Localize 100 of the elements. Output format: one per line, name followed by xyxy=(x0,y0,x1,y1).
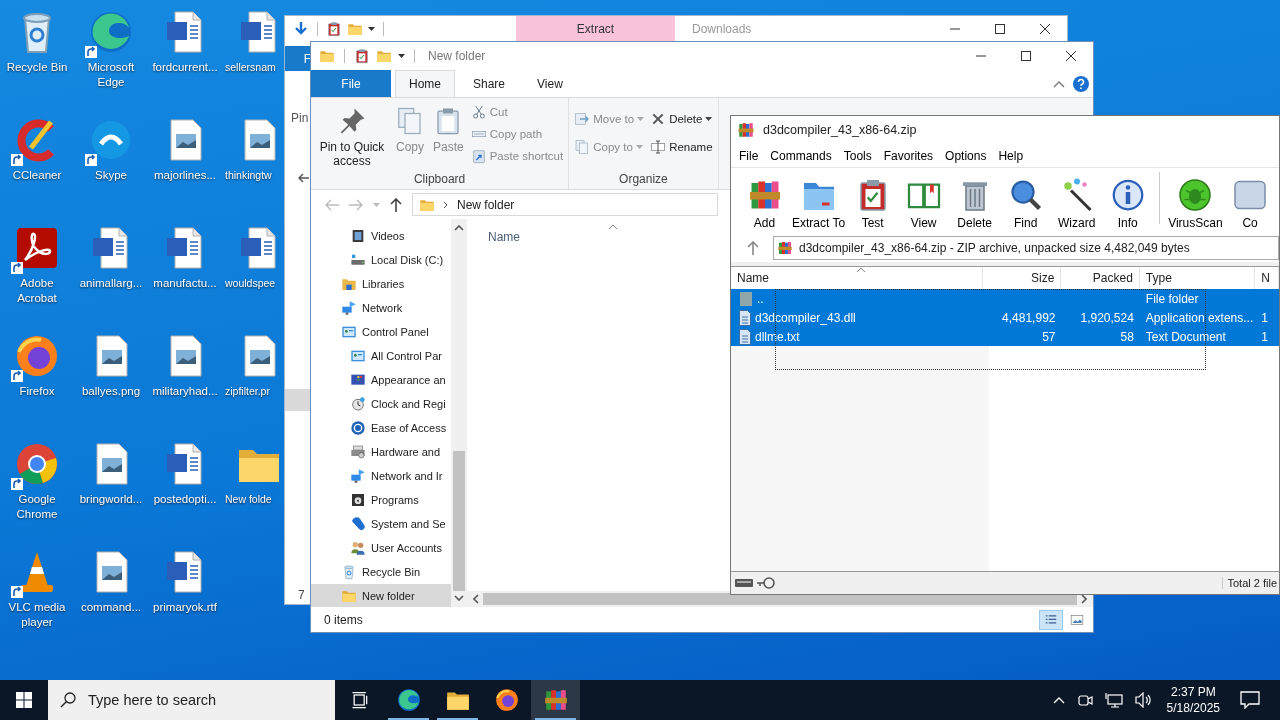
table-cell: File folder xyxy=(1145,291,1199,306)
desktop-icon[interactable]: Microsoft Edge xyxy=(74,0,148,108)
display-icon xyxy=(350,372,366,388)
column-header[interactable]: Name xyxy=(488,230,520,244)
desktop-icon[interactable]: majorlines... xyxy=(148,108,222,216)
scrollbar[interactable] xyxy=(451,219,467,607)
toolbar-button[interactable]: Find xyxy=(1000,177,1052,230)
desktop-icon[interactable]: Skype xyxy=(74,108,148,216)
menu-item[interactable]: Tools xyxy=(837,144,878,167)
table-cell: Application extens... xyxy=(1145,310,1254,325)
nav-item[interactable]: Programs xyxy=(311,488,451,512)
toolbar-button[interactable]: Test xyxy=(847,177,899,230)
maximize-icon[interactable] xyxy=(995,24,1005,34)
file-tab[interactable]: File xyxy=(311,70,391,97)
taskbar-button[interactable] xyxy=(531,680,580,720)
desktop-icon[interactable]: bringworld... xyxy=(74,432,148,540)
desktop-icon[interactable]: primaryok.rtf xyxy=(148,540,222,648)
camera-icon[interactable] xyxy=(1076,692,1093,708)
up-arrow-icon[interactable] xyxy=(390,197,402,212)
desktop-icon[interactable]: fordcurrent... xyxy=(148,0,222,108)
table-cell: dllme.txt xyxy=(755,329,800,344)
back-arrow-icon[interactable] xyxy=(297,172,309,184)
menu-item[interactable]: Help xyxy=(992,144,1030,167)
notification-icon[interactable] xyxy=(1240,691,1260,709)
help-icon[interactable] xyxy=(1073,75,1089,92)
desktop-icon[interactable]: wouldspee xyxy=(222,216,284,324)
toolbar-button[interactable]: Add xyxy=(739,177,790,230)
nav-item[interactable]: Clock and Regi xyxy=(311,392,451,416)
nav-item[interactable]: System and Se xyxy=(311,512,451,536)
scroll-up-icon[interactable] xyxy=(454,225,464,231)
desktop-icon[interactable]: manufactu... xyxy=(148,216,222,324)
clock[interactable]: 2:37 PM 5/18/2025 xyxy=(1166,684,1220,716)
toolbar-button[interactable]: Co xyxy=(1224,177,1276,230)
nav-item[interactable]: New folder xyxy=(311,584,451,607)
drive-icon xyxy=(735,579,753,587)
view-button[interactable] xyxy=(1039,609,1063,630)
toolbar-button[interactable]: VirusScan xyxy=(1166,177,1225,230)
nav-item[interactable]: Videos xyxy=(311,224,451,248)
ribbon-tab[interactable]: View xyxy=(523,70,577,97)
nav-item[interactable]: Libraries xyxy=(311,272,451,296)
network-icon[interactable] xyxy=(1104,692,1123,708)
thumbnail-view-icon xyxy=(1070,612,1084,627)
address-bar[interactable]: New folder xyxy=(412,193,718,216)
nav-item[interactable]: Hardware and xyxy=(311,440,451,464)
nav-item[interactable]: Control Panel xyxy=(311,320,451,344)
toolbar-button[interactable]: Delete xyxy=(949,177,1001,230)
desktop-icon[interactable]: Google Chrome xyxy=(0,432,74,540)
desktop-icon[interactable]: CCleaner xyxy=(0,108,74,216)
desktop-icon[interactable]: Recycle Bin xyxy=(0,0,74,108)
desktop-icon[interactable]: New folde xyxy=(222,432,284,540)
toolbar-button[interactable]: Extract To xyxy=(790,177,848,230)
search-box[interactable]: Type here to search xyxy=(48,680,335,720)
search-field[interactable]: Type here to search xyxy=(86,691,335,709)
nav-item[interactable]: Network and Ir xyxy=(311,464,451,488)
status-text: Total 2 file xyxy=(1222,577,1279,589)
nav-item[interactable]: Network xyxy=(311,296,451,320)
close-icon[interactable] xyxy=(1040,24,1050,34)
toolbar-button[interactable]: View xyxy=(898,177,950,230)
ribbon-button[interactable]: Delete xyxy=(648,108,715,130)
desktop-icon[interactable]: militaryhad... xyxy=(148,324,222,432)
file-row[interactable]: dllme.txt 57 58 Text Document 1 xyxy=(731,327,1279,346)
menu-item[interactable]: File xyxy=(733,144,765,167)
ribbon-button[interactable]: Rename xyxy=(648,136,715,158)
scroll-down-icon[interactable] xyxy=(454,595,464,601)
clock-date: 5/18/2025 xyxy=(1166,700,1220,716)
menu-item[interactable]: Favorites xyxy=(877,144,940,167)
nav-item[interactable]: All Control Par xyxy=(311,344,451,368)
desktop-icon[interactable]: thinkingtw xyxy=(222,108,284,216)
menu-item[interactable]: Commands xyxy=(764,144,838,167)
ribbon-tab[interactable]: Home xyxy=(395,70,455,97)
folder-icon xyxy=(739,290,753,307)
nav-item[interactable]: User Accounts xyxy=(311,536,451,560)
ribbon-button[interactable]: Pin to Quick access xyxy=(314,100,390,172)
nav-item[interactable]: Appearance an xyxy=(311,368,451,392)
nav-item[interactable]: Local Disk (C:) xyxy=(311,248,451,272)
scroll-left-icon[interactable] xyxy=(473,594,479,604)
swirl-icon xyxy=(395,687,422,713)
speaker-icon[interactable] xyxy=(1134,692,1153,708)
desktop-icon[interactable]: postedopti... xyxy=(148,432,222,540)
nav-item[interactable]: Ease of Access xyxy=(311,416,451,440)
desktop-icon[interactable]: Adobe Acrobat xyxy=(0,216,74,324)
nav-item[interactable]: Recycle Bin xyxy=(311,560,451,584)
maximize-icon[interactable] xyxy=(1021,51,1031,61)
menu-item[interactable]: Options xyxy=(939,144,993,167)
desktop-icon[interactable]: zipfilter.pr xyxy=(222,324,284,432)
ribbon-tab[interactable]: Share xyxy=(459,70,520,97)
desktop-icon[interactable]: sellersnam xyxy=(222,0,284,108)
file-row[interactable]: d3dcompiler_43.dll 4,481,992 1,920,524 Application extens... 1 xyxy=(731,308,1279,327)
desktop-icon[interactable]: animallarg... xyxy=(74,216,148,324)
toolbar-button[interactable]: Info xyxy=(1102,177,1154,230)
desktop-icon[interactable]: command... xyxy=(74,540,148,648)
desktop-icon[interactable]: ballyes.png xyxy=(74,324,148,432)
desktop-icon[interactable]: Firefox xyxy=(0,324,74,432)
toolbar-button[interactable]: Wizard xyxy=(1051,177,1103,230)
close-icon[interactable] xyxy=(1066,51,1076,61)
address-bar[interactable]: d3dcompiler_43_x86-64.zip - ZIP archive, unpacked size 4,482,049 bytes xyxy=(773,236,1279,260)
context-tab[interactable]: Extract xyxy=(516,16,675,42)
desktop-icon[interactable]: VLC media player xyxy=(0,540,74,648)
scroll-right-icon[interactable] xyxy=(1081,594,1087,604)
file-row[interactable]: .. File folder xyxy=(731,289,1279,308)
